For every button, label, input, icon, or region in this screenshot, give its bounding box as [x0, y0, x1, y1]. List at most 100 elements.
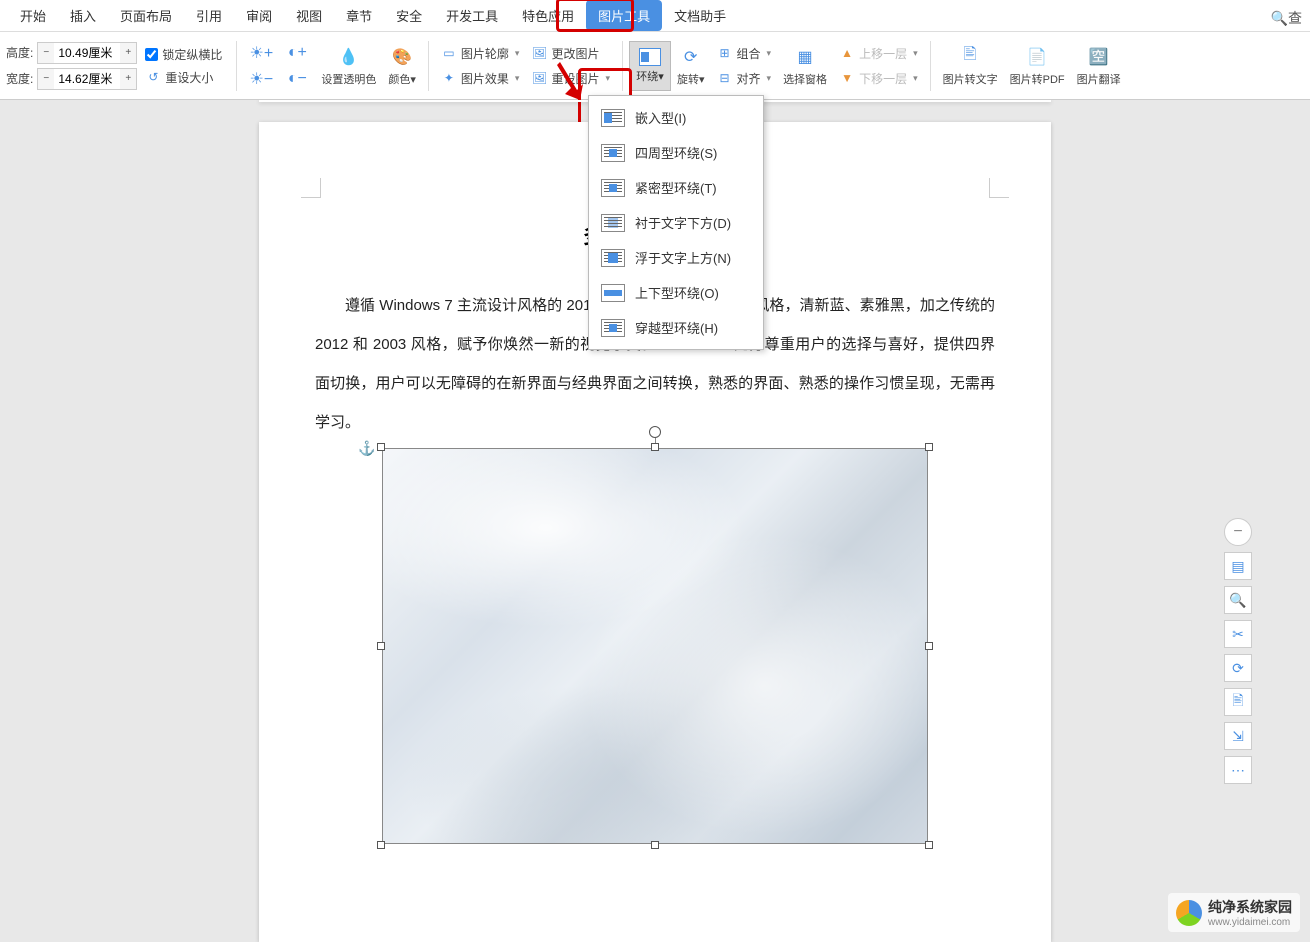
- float-crop-button[interactable]: ✂: [1224, 620, 1252, 648]
- change-picture-button[interactable]: 🖼 更改图片: [525, 42, 616, 65]
- width-increase[interactable]: +: [120, 69, 136, 89]
- wrap-option-label: 四周型环绕(S): [635, 143, 717, 162]
- pic-to-text-button[interactable]: 🖹 图片转文字: [937, 45, 1004, 87]
- menu-security[interactable]: 安全: [384, 0, 434, 31]
- menu-page-layout[interactable]: 页面布局: [108, 0, 184, 31]
- lock-ratio-checkbox[interactable]: 锁定纵横比: [145, 46, 222, 63]
- picture-effect-button[interactable]: ✦ 图片效果▾: [435, 67, 526, 90]
- height-decrease[interactable]: −: [38, 43, 54, 63]
- menu-references[interactable]: 引用: [184, 0, 234, 31]
- divider: [622, 41, 623, 91]
- anchor-icon: ⚓: [358, 440, 375, 457]
- pic-to-pdf-icon: 📄: [1025, 45, 1049, 69]
- wrap-option-through[interactable]: 穿越型环绕(H): [589, 310, 763, 345]
- search-icon[interactable]: 🔍查: [1271, 8, 1302, 28]
- watermark-text: 纯净系统家园: [1208, 897, 1292, 917]
- brightness-button[interactable]: ☀+ ☀−: [243, 41, 279, 91]
- height-field[interactable]: [54, 46, 120, 60]
- float-ocr-button[interactable]: 🖹: [1224, 688, 1252, 716]
- height-increase[interactable]: +: [120, 43, 136, 63]
- wrap-option-label: 上下型环绕(O): [635, 283, 719, 302]
- reset-pic-icon: 🖼: [531, 70, 547, 86]
- pic-to-text-icon: 🖹: [958, 45, 982, 69]
- wrap-option-label: 穿越型环绕(H): [635, 318, 718, 337]
- picture-outline-button[interactable]: ▭ 图片轮廓▾: [435, 42, 526, 65]
- height-input[interactable]: − +: [37, 42, 137, 64]
- float-wrap-button[interactable]: ▤: [1224, 552, 1252, 580]
- align-button[interactable]: ⊟ 对齐▾: [711, 67, 778, 90]
- width-label: 宽度:: [6, 70, 33, 87]
- reset-picture-button[interactable]: 🖼 重设图片▾: [525, 67, 616, 90]
- wrap-option-tight[interactable]: 紧密型环绕(T): [589, 170, 763, 205]
- move-down-label: 下移一层: [859, 70, 907, 87]
- transparency-button[interactable]: 💧 设置透明色: [315, 45, 382, 87]
- width-field[interactable]: [54, 72, 120, 86]
- lock-ratio-input[interactable]: [145, 48, 158, 61]
- outline-icon: ▭: [441, 45, 457, 61]
- reset-size-button[interactable]: ↺ 重设大小: [145, 69, 222, 86]
- menu-doc-assistant[interactable]: 文档助手: [662, 0, 738, 31]
- brightness-up-icon: ☀+: [249, 41, 273, 65]
- resize-handle-bm[interactable]: [651, 841, 659, 849]
- resize-handle-tr[interactable]: [925, 443, 933, 451]
- menu-insert[interactable]: 插入: [58, 0, 108, 31]
- wrap-option-label: 嵌入型(I): [635, 108, 686, 127]
- width-input[interactable]: − +: [37, 68, 137, 90]
- topbottom-icon: [601, 284, 625, 302]
- wrap-label: 环绕▾: [636, 68, 664, 84]
- float-export-button[interactable]: ⇲: [1224, 722, 1252, 750]
- wrap-option-behind[interactable]: 衬于文字下方(D): [589, 205, 763, 240]
- float-zoom-button[interactable]: 🔍: [1224, 586, 1252, 614]
- transparency-label: 设置透明色: [321, 71, 376, 87]
- menu-bar: 开始 插入 页面布局 引用 审阅 视图 章节 安全 开发工具 特色应用 图片工具…: [0, 0, 1310, 32]
- contrast-button[interactable]: ◐+ ◐−: [279, 41, 315, 91]
- menu-view[interactable]: 视图: [284, 0, 334, 31]
- move-up-button[interactable]: ▲ 上移一层▾: [833, 42, 924, 65]
- selected-image[interactable]: ⚓: [382, 448, 928, 844]
- float-rotate-button[interactable]: ⟳: [1224, 654, 1252, 682]
- menu-devtools[interactable]: 开发工具: [434, 0, 510, 31]
- resize-handle-bl[interactable]: [377, 841, 385, 849]
- group-icon: ⊞: [717, 45, 733, 61]
- move-down-button[interactable]: ▼ 下移一层▾: [833, 67, 924, 90]
- collapse-button[interactable]: −: [1224, 518, 1252, 546]
- move-up-label: 上移一层: [859, 45, 907, 62]
- group-button[interactable]: ⊞ 组合▾: [711, 42, 778, 65]
- watermark-logo-icon: [1176, 900, 1202, 926]
- align-label: 对齐: [737, 70, 761, 87]
- menu-review[interactable]: 审阅: [234, 0, 284, 31]
- width-decrease[interactable]: −: [38, 69, 54, 89]
- menu-start[interactable]: 开始: [8, 0, 58, 31]
- behind-icon: [601, 214, 625, 232]
- wrap-option-topbottom[interactable]: 上下型环绕(O): [589, 275, 763, 310]
- rotate-handle[interactable]: [649, 426, 661, 438]
- pic-translate-button[interactable]: 🈳 图片翻译: [1071, 45, 1127, 87]
- color-button[interactable]: 🎨 颜色▾: [382, 45, 422, 87]
- pic-translate-icon: 🈳: [1087, 45, 1111, 69]
- select-pane-label: 选择窗格: [783, 71, 827, 87]
- reset-pic-label: 重设图片: [551, 70, 599, 87]
- wrap-option-inline[interactable]: 嵌入型(I): [589, 100, 763, 135]
- resize-handle-br[interactable]: [925, 841, 933, 849]
- margin-corner-icon: [989, 178, 1009, 198]
- pic-to-pdf-button[interactable]: 📄 图片转PDF: [1004, 45, 1071, 87]
- resize-handle-tm[interactable]: [651, 443, 659, 451]
- wrap-option-square[interactable]: 四周型环绕(S): [589, 135, 763, 170]
- inline-icon: [601, 109, 625, 127]
- rotate-button[interactable]: ⟳ 旋转▾: [671, 45, 711, 87]
- menu-picture-tools[interactable]: 图片工具: [586, 0, 662, 31]
- resize-handle-tl[interactable]: [377, 443, 385, 451]
- resize-handle-ml[interactable]: [377, 642, 385, 650]
- rotate-icon: ⟳: [679, 45, 703, 69]
- menu-chapter[interactable]: 章节: [334, 0, 384, 31]
- resize-handle-mr[interactable]: [925, 642, 933, 650]
- wrap-option-front[interactable]: 浮于文字上方(N): [589, 240, 763, 275]
- wrap-icon: [639, 48, 661, 66]
- contrast-up-icon: ◐+: [285, 41, 309, 65]
- wrap-button[interactable]: 环绕▾: [629, 41, 671, 91]
- float-more-button[interactable]: ⋯: [1224, 756, 1252, 784]
- select-pane-button[interactable]: ▦ 选择窗格: [777, 45, 833, 87]
- align-icon: ⊟: [717, 70, 733, 86]
- menu-special[interactable]: 特色应用: [510, 0, 586, 31]
- watermark: 纯净系统家园 www.yidaimei.com: [1168, 893, 1300, 932]
